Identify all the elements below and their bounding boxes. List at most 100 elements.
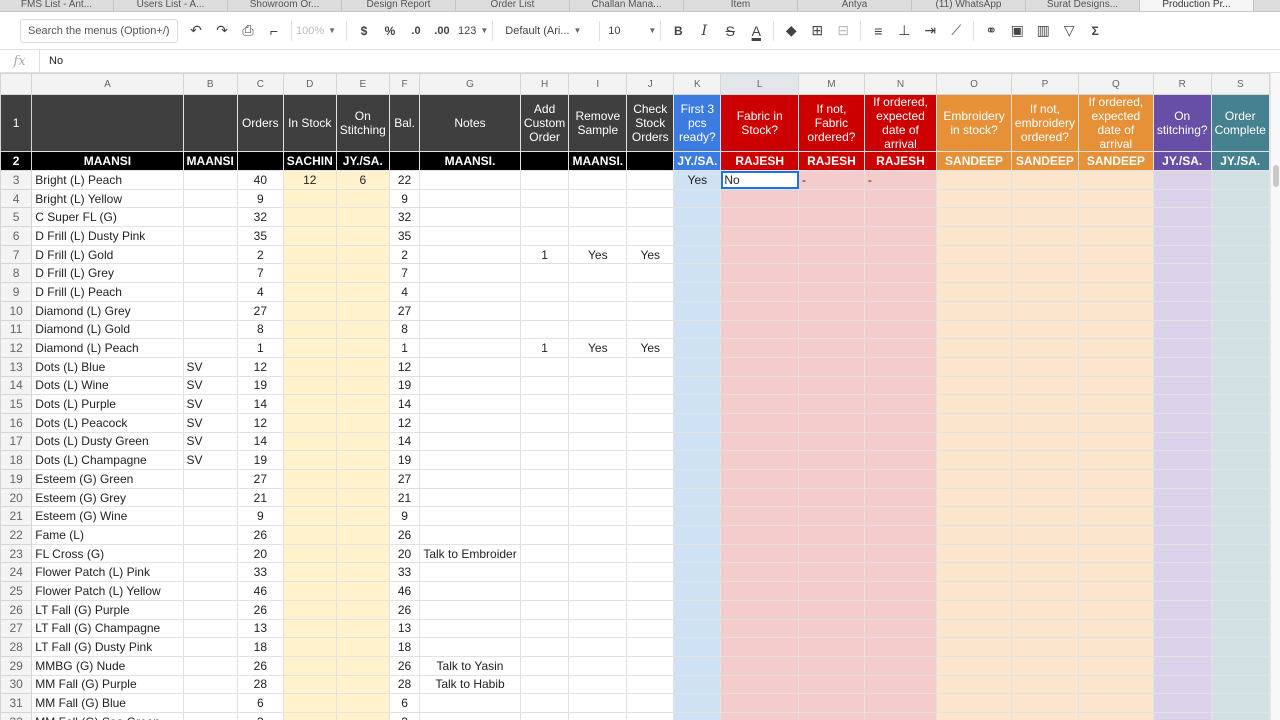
- borders-icon[interactable]: ⊞: [805, 19, 829, 43]
- row-header[interactable]: 28: [0, 637, 33, 657]
- cell-d[interactable]: [282, 506, 337, 527]
- cell-f[interactable]: 26: [388, 599, 421, 620]
- font-family-select[interactable]: Default (Ari... ▼: [505, 19, 595, 43]
- cell-i[interactable]: [568, 693, 628, 713]
- cell-n[interactable]: [863, 207, 938, 228]
- cell-m[interactable]: [798, 450, 865, 470]
- cell-m[interactable]: [798, 674, 865, 695]
- browser-tab[interactable]: Design Report: [342, 0, 456, 11]
- cell-l[interactable]: [720, 693, 800, 713]
- cell-q[interactable]: [1077, 207, 1154, 228]
- cell-e[interactable]: [335, 375, 390, 396]
- cell-b[interactable]: [182, 170, 238, 190]
- browser-tab[interactable]: Users List - A...: [114, 0, 228, 11]
- cell-a[interactable]: Fame (L): [31, 525, 184, 545]
- row-header[interactable]: 25: [0, 581, 33, 601]
- cell-e[interactable]: [335, 637, 390, 657]
- header-cell-h[interactable]: Add Custom Order: [519, 94, 570, 152]
- cell-q[interactable]: [1077, 674, 1154, 695]
- cell-e[interactable]: [335, 207, 390, 228]
- column-header-s[interactable]: S: [1210, 73, 1270, 95]
- cell-b[interactable]: [182, 674, 238, 695]
- cell-k[interactable]: Yes: [673, 170, 722, 190]
- column-header-k[interactable]: K: [673, 73, 722, 95]
- cell-d[interactable]: [282, 469, 337, 489]
- cell-e[interactable]: [335, 562, 390, 583]
- cell-k[interactable]: [673, 356, 722, 377]
- cell-f[interactable]: 46: [388, 581, 421, 601]
- header-cell-g[interactable]: Notes: [419, 94, 521, 152]
- cell-m[interactable]: [798, 282, 865, 302]
- cell-k[interactable]: [673, 300, 722, 321]
- column-header-q[interactable]: Q: [1077, 73, 1154, 95]
- owner-cell-p[interactable]: SANDEEP: [1010, 151, 1079, 171]
- cell-n[interactable]: [863, 263, 938, 284]
- cell-h[interactable]: [519, 431, 570, 452]
- browser-tab[interactable]: (11) WhatsApp: [912, 0, 1026, 11]
- column-header-r[interactable]: R: [1152, 73, 1212, 95]
- cell-p[interactable]: [1010, 356, 1079, 377]
- cell-g[interactable]: [419, 525, 521, 545]
- cell-i[interactable]: [568, 170, 628, 190]
- cell-p[interactable]: [1010, 244, 1079, 265]
- cell-r[interactable]: [1152, 244, 1212, 265]
- cell-l[interactable]: [720, 618, 800, 639]
- header-cell-k[interactable]: First 3 pcs ready?: [673, 94, 722, 152]
- cell-a[interactable]: D Frill (L) Dusty Pink: [31, 226, 184, 246]
- cell-f[interactable]: 12: [388, 412, 421, 433]
- cell-e[interactable]: [335, 469, 390, 489]
- row-header[interactable]: 26: [0, 599, 33, 620]
- column-header-p[interactable]: P: [1010, 73, 1079, 95]
- cell-m[interactable]: [798, 263, 865, 284]
- cell-b[interactable]: [182, 300, 238, 321]
- cell-r[interactable]: [1152, 338, 1212, 358]
- column-header-b[interactable]: B: [182, 73, 238, 95]
- cell-m[interactable]: [798, 412, 865, 433]
- zoom-select[interactable]: 100% ▼: [296, 19, 342, 43]
- cell-a[interactable]: Dots (L) Dusty Green: [31, 431, 184, 452]
- cell-c[interactable]: 20: [236, 543, 284, 564]
- owner-cell-k[interactable]: JY./SA.: [673, 151, 722, 171]
- cell-j[interactable]: [626, 543, 675, 564]
- cell-l[interactable]: [720, 263, 800, 284]
- cell-e[interactable]: [335, 282, 390, 302]
- cell-q[interactable]: [1077, 655, 1154, 676]
- cell-f[interactable]: 33: [388, 562, 421, 583]
- cell-o[interactable]: [936, 469, 1012, 489]
- cell-d[interactable]: [282, 188, 337, 209]
- cell-r[interactable]: [1152, 450, 1212, 470]
- cell-d[interactable]: [282, 431, 337, 452]
- cell-c[interactable]: 7: [236, 263, 284, 284]
- cell-l[interactable]: [720, 637, 800, 657]
- cell-r[interactable]: [1152, 375, 1212, 396]
- cell-n[interactable]: [863, 599, 938, 620]
- cell-b[interactable]: [182, 506, 238, 527]
- cell-h[interactable]: [519, 170, 570, 190]
- cell-j[interactable]: [626, 674, 675, 695]
- cell-o[interactable]: [936, 655, 1012, 676]
- cell-o[interactable]: [936, 300, 1012, 321]
- cell-k[interactable]: [673, 543, 722, 564]
- cell-l[interactable]: [720, 282, 800, 302]
- cell-r[interactable]: [1152, 655, 1212, 676]
- cell-e[interactable]: [335, 188, 390, 209]
- cell-o[interactable]: [936, 543, 1012, 564]
- cell-m[interactable]: [798, 356, 865, 377]
- owner-cell-s[interactable]: JY./SA.: [1210, 151, 1270, 171]
- cell-k[interactable]: [673, 525, 722, 545]
- header-cell-d[interactable]: In Stock: [282, 94, 337, 152]
- owner-cell-n[interactable]: RAJESH: [863, 151, 938, 171]
- owner-cell-e[interactable]: JY./SA.: [335, 151, 390, 171]
- cell-l[interactable]: [720, 412, 800, 433]
- owner-cell-b[interactable]: MAANSI: [182, 151, 238, 171]
- cell-q[interactable]: [1077, 375, 1154, 396]
- row-header[interactable]: 12: [0, 338, 33, 358]
- cell-q[interactable]: [1077, 525, 1154, 545]
- cell-g[interactable]: [419, 599, 521, 620]
- cell-c[interactable]: 13: [236, 618, 284, 639]
- cell-q[interactable]: [1077, 188, 1154, 209]
- cell-a[interactable]: Bright (L) Yellow: [31, 188, 184, 209]
- cell-e[interactable]: [335, 300, 390, 321]
- header-cell-j[interactable]: Check Stock Orders: [626, 94, 675, 152]
- row-header[interactable]: 1: [0, 94, 33, 152]
